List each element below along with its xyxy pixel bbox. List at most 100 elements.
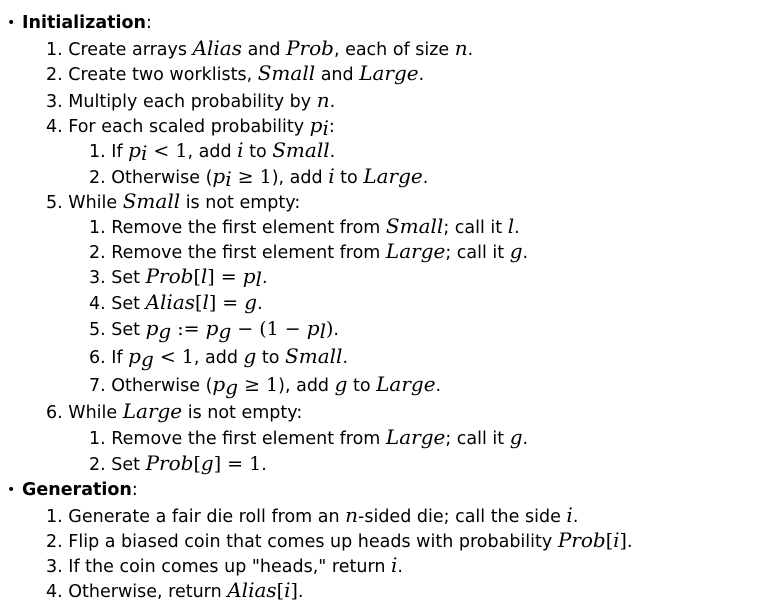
list-item: 1. Remove the first element from Large; … [89,425,528,451]
math-subscript: g [218,319,232,343]
item-text: Flip a biased coin that comes up heads w… [68,532,558,552]
math-var: n [345,503,359,527]
list-item: 1. Generate a fair die roll from an n-si… [46,503,578,529]
item-number: 6. [89,348,106,368]
item-number: 7. [89,376,106,396]
item-text: Otherwise ( [111,168,213,188]
item-text: ; call it [443,218,508,238]
math-bracket: [ [193,266,201,288]
math-var: Large [122,399,183,423]
list-item: 5. While Small is not empty: [46,189,300,215]
math-op: := [171,318,206,340]
item-number: 1. [46,40,63,60]
item-text: While [68,403,123,423]
item-text: , each of size [333,40,455,60]
item-text: is not empty: [180,193,301,213]
item-text: to [334,168,364,188]
init-heading: Initialization [22,13,146,33]
math-var: p [212,372,226,396]
item-number: 1. [89,429,106,449]
list-item: 6. If pg < 1, add g to Small. [89,344,348,370]
math-var: g [200,451,214,475]
list-item: 2. Flip a biased coin that comes up head… [46,528,633,554]
item-number: 4. [89,294,106,314]
list-item: 5. Set pg := pg − (1 − pl). [89,316,339,342]
math-var: Prob [145,451,194,475]
item-text: Set [111,268,146,288]
math-var: p [128,344,141,368]
item-number: 1. [46,507,63,527]
math-bracket: ] = [208,292,245,314]
item-text: is not empty: [182,403,303,423]
list-item: 2. Create two worklists, Small and Large… [46,61,424,87]
list-item: 6. While Large is not empty: [46,399,302,425]
item-text: , add [193,348,244,368]
math-var: g [334,372,348,396]
list-item: 1. Create arrays Alias and Prob, each of… [46,36,473,62]
item-number: 2. [89,168,106,188]
item-text: ), add [278,376,335,396]
item-number: 5. [89,320,106,340]
math-bracket: [ [605,530,614,552]
math-var: Small [285,344,343,368]
item-text: . [261,455,267,475]
heading-colon: : [145,13,152,33]
item-text: to [243,142,273,162]
item-text: . [342,348,349,368]
math-bracket: ] = [207,266,243,288]
list-item: 1. Remove the first element from Small; … [89,214,520,240]
item-text: Set [111,320,146,340]
math-bracket: [ [193,453,201,475]
item-text: Multiply each probability by [68,92,317,112]
item-text: . [329,92,336,112]
item-text: . [329,142,336,162]
math-var: p [212,164,226,188]
item-text: . [467,40,474,60]
math-op: − (1 − [231,318,307,340]
math-var: p [306,316,320,340]
item-number: 2. [89,243,106,263]
list-item: 4. For each scaled probability pi: [46,113,335,139]
math-var: Small [257,61,316,85]
item-text: . [397,557,403,577]
document-page: { "init": { "bullet": "•", "heading": "I… [0,0,778,615]
item-number: 6. [46,403,63,423]
math-subscript: g [158,319,172,343]
list-item: 2. Set Prob[g] = 1. [89,451,267,477]
math-var: p [309,113,323,137]
math-var: p [242,264,256,288]
item-number: 3. [46,92,63,112]
item-text: If [111,348,129,368]
item-text: Otherwise, return [68,582,228,602]
math-var: g [244,290,258,314]
math-bracket: ] [290,580,298,602]
item-text: Remove the first element from [111,243,386,263]
math-bracket: ] = 1 [213,453,262,475]
item-text: . [626,532,633,552]
item-number: 2. [46,532,63,552]
math-var: Alias [192,36,242,60]
math-bracket: ] [619,530,627,552]
item-text: Set [111,455,146,475]
item-text: Remove the first element from [111,218,386,238]
item-text: and [242,40,287,60]
math-op: < 1 [153,346,194,368]
gen-heading: Generation [22,480,132,500]
bullet-icon: • [7,482,16,498]
list-item: 3. Multiply each probability by n. [46,88,335,114]
item-text: to [256,348,286,368]
item-text: If [111,142,129,162]
item-number: 3. [46,557,63,577]
item-text: -sided die; call the side [358,507,567,527]
item-text: . [257,294,263,314]
list-item: 2. Remove the first element from Large; … [89,239,528,265]
item-text: : [328,117,335,137]
list-item: 4. Set Alias[l] = g. [89,290,263,316]
math-var: Small [122,189,181,213]
item-text: . [333,320,339,340]
item-text: Create arrays [68,40,193,60]
item-text: , add [187,142,238,162]
math-var: Prob [286,36,334,60]
math-op: ≥ 1 [231,166,272,188]
math-op: < 1 [147,140,188,162]
